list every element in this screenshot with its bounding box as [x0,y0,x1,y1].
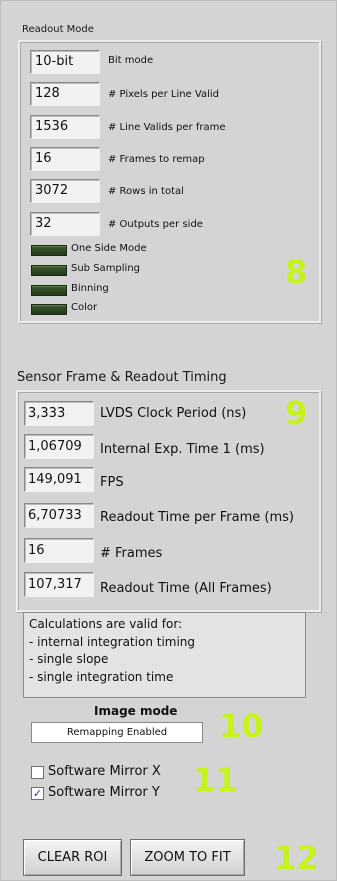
pixels-per-line-valid-value: 128 [30,82,100,106]
frames-value: 16 [24,538,94,563]
color-label: Color [71,302,98,313]
one-side-mode-label: One Side Mode [71,243,147,254]
rows-in-total-value: 3072 [30,179,100,203]
software-mirror-x-checkbox[interactable] [31,766,44,779]
color-led [31,304,67,315]
bit-mode-value: 10-bit [30,50,100,74]
frames-label: # Frames [100,546,163,561]
outputs-per-side-value: 32 [30,212,100,236]
lvds-clock-period-label: LVDS Clock Period (ns) [100,406,247,421]
note-line: - internal integration timing [29,634,196,649]
note-line: Calculations are valid for: [29,617,183,631]
image-mode-title: Image mode [94,704,178,718]
calculation-note: Calculations are valid for: - internal i… [23,612,306,698]
pixels-per-line-valid-label: # Pixels per Line Valid [108,89,219,100]
annotation-11: 11 [193,761,238,799]
fps-value: 149,091 [24,467,94,492]
outputs-per-side-label: # Outputs per side [108,219,203,230]
annotation-8: 8 [285,253,308,291]
readout-time-per-frame-value: 6,70733 [24,503,94,528]
note-line: - single integration time [29,669,174,684]
note-line: - single slope [29,652,109,666]
one-side-mode-led [31,245,67,256]
image-mode-indicator: Remapping Enabled [31,722,203,743]
bit-mode-label: Bit mode [108,55,154,66]
zoom-to-fit-button[interactable]: ZOOM TO FIT [130,839,245,876]
lvds-clock-period-value: 3,333 [24,401,94,426]
binning-led [31,285,67,296]
readout-time-per-frame-label: Readout Time per Frame (ms) [100,510,294,525]
fps-label: FPS [100,475,124,490]
rows-in-total-label: # Rows in total [108,186,184,197]
readout-mode-title: Readout Mode [22,24,94,35]
binning-label: Binning [71,283,109,294]
frames-to-remap-label: # Frames to remap [108,154,205,165]
internal-exp-time-value: 1,06709 [24,434,94,459]
line-valids-per-frame-label: # Line Valids per frame [108,122,226,133]
annotation-10: 10 [219,707,264,745]
sub-sampling-led [31,265,67,276]
frames-to-remap-value: 16 [30,147,100,171]
annotation-9: 9 [285,394,308,432]
line-valids-per-frame-value: 1536 [30,115,100,139]
software-mirror-x-label[interactable]: Software Mirror X [48,764,161,779]
annotation-12: 12 [274,839,319,877]
timing-title: Sensor Frame & Readout Timing [17,370,227,385]
readout-time-all-frames-label: Readout Time (All Frames) [100,581,272,596]
clear-roi-button[interactable]: CLEAR ROI [23,839,122,876]
check-icon: ✓ [32,787,43,800]
software-mirror-y-checkbox[interactable]: ✓ [31,787,44,800]
internal-exp-time-label: Internal Exp. Time 1 (ms) [100,442,265,457]
software-mirror-y-label[interactable]: Software Mirror Y [48,785,160,800]
image-mode-value: Remapping Enabled [66,727,168,738]
sub-sampling-label: Sub Sampling [71,263,141,274]
readout-time-all-frames-value: 107,317 [24,572,94,597]
